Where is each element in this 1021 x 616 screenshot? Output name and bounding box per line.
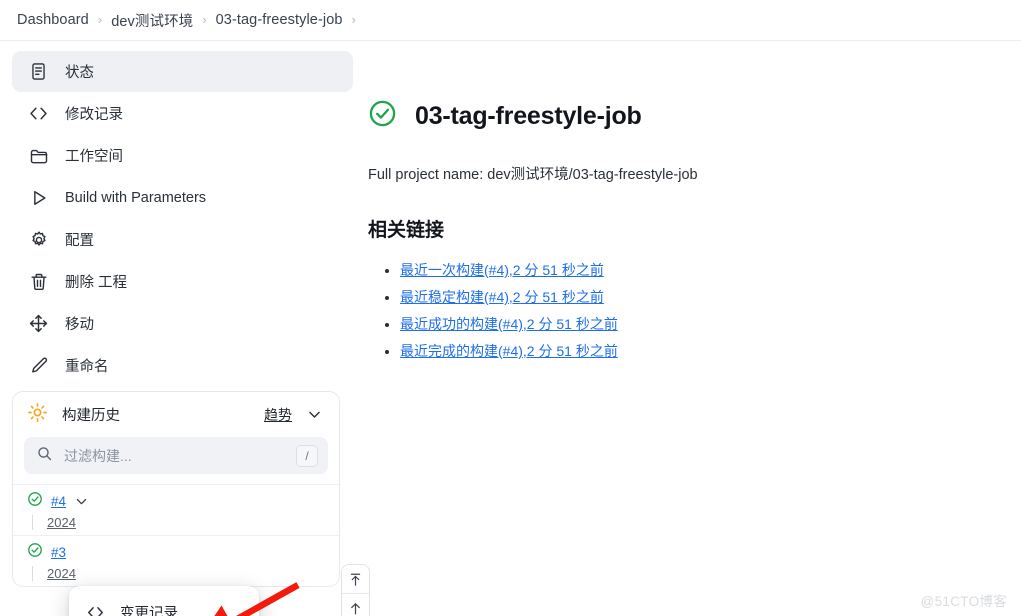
- breadcrumb-item-job[interactable]: 03-tag-freestyle-job: [216, 12, 343, 28]
- sidebar-item-build-with-parameters[interactable]: Build with Parameters: [12, 177, 353, 218]
- jump-to-top-button[interactable]: [342, 565, 369, 594]
- job-title-row: 03-tag-freestyle-job: [368, 99, 1021, 133]
- play-icon: [28, 187, 49, 208]
- build-number-link[interactable]: #4: [51, 494, 66, 509]
- context-menu-item-changes[interactable]: 变更记录: [69, 594, 259, 616]
- last-successful-build-link[interactable]: 最近成功的构建(#4),2 分 51 秒之前: [400, 316, 618, 332]
- build-list-item[interactable]: #4 2024: [13, 484, 339, 535]
- sidebar-item-move[interactable]: 移动: [12, 303, 353, 344]
- build-date-link[interactable]: 2024: [32, 515, 76, 530]
- breadcrumb: Dashboard › dev测试环境 › 03-tag-freestyle-j…: [0, 0, 1021, 41]
- context-menu-item-label: 变更记录: [120, 606, 178, 616]
- sidebar-item-label: 修改记录: [65, 107, 123, 123]
- trash-icon: [28, 271, 49, 292]
- chevron-down-icon[interactable]: [306, 406, 323, 423]
- related-links-list: 最近一次构建(#4),2 分 51 秒之前 最近稳定构建(#4),2 分 51 …: [400, 260, 1021, 361]
- sidebar-item-workspace[interactable]: 工作空间: [12, 135, 353, 176]
- document-icon: [28, 61, 49, 82]
- build-history-header: 构建历史 趋势: [13, 392, 339, 437]
- sidebar-item-delete-project[interactable]: 删除 工程: [12, 261, 353, 302]
- status-success-icon: [27, 491, 43, 512]
- folder-icon: [28, 145, 49, 166]
- code-icon: [28, 103, 49, 124]
- build-history-title: 构建历史: [62, 408, 120, 424]
- list-item: 最近完成的构建(#4),2 分 51 秒之前: [400, 341, 1021, 361]
- list-item: 最近成功的构建(#4),2 分 51 秒之前: [400, 314, 1021, 334]
- related-links-heading: 相关链接: [368, 220, 445, 241]
- sidebar-item-configure[interactable]: 配置: [12, 219, 353, 260]
- sidebar-item-label: 状态: [65, 65, 94, 81]
- build-list: #4 2024 #3 2024: [13, 484, 339, 586]
- build-list-item[interactable]: #3 2024: [13, 535, 339, 586]
- page-body: 状态 修改记录 工作空间 Build with Parameters 配置 删除…: [0, 41, 1021, 616]
- build-filter-input[interactable]: [64, 447, 285, 464]
- breadcrumb-separator-icon: ›: [202, 11, 207, 27]
- build-history-panel: 构建历史 趋势 /: [12, 391, 340, 587]
- trend-link[interactable]: 趋势: [264, 405, 292, 425]
- sidebar-item-label: 工作空间: [65, 149, 123, 165]
- last-build-link[interactable]: 最近一次构建(#4),2 分 51 秒之前: [400, 262, 604, 278]
- last-stable-build-link[interactable]: 最近稳定构建(#4),2 分 51 秒之前: [400, 289, 604, 305]
- build-menu-chevron-down-icon[interactable]: [74, 494, 89, 509]
- watermark: @51CTO博客: [920, 594, 1007, 609]
- sidebar-item-status[interactable]: 状态: [12, 51, 353, 92]
- main-content: 03-tag-freestyle-job Full project name: …: [365, 41, 1021, 616]
- breadcrumb-separator-icon: ›: [97, 11, 103, 27]
- sidebar: 状态 修改记录 工作空间 Build with Parameters 配置 删除…: [0, 41, 370, 616]
- full-project-name: Full project name: dev测试环境/03-tag-freest…: [368, 167, 698, 183]
- scroll-controls: [341, 564, 370, 616]
- search-icon: [36, 445, 53, 467]
- sidebar-item-label: 重命名: [65, 359, 109, 375]
- page-title: 03-tag-freestyle-job: [415, 101, 642, 130]
- sun-icon: [27, 402, 48, 428]
- build-row-header: #4: [27, 490, 325, 512]
- list-item: 最近一次构建(#4),2 分 51 秒之前: [400, 260, 1021, 280]
- sidebar-item-label: 删除 工程: [65, 275, 128, 291]
- sidebar-item-label: 移动: [65, 317, 94, 333]
- scroll-up-button[interactable]: [342, 594, 369, 616]
- gear-icon: [28, 229, 49, 250]
- sidebar-item-label: Build with Parameters: [65, 189, 207, 206]
- build-filter-box[interactable]: /: [24, 437, 328, 474]
- slash-shortcut-badge: /: [296, 444, 318, 467]
- status-success-icon: [27, 542, 43, 563]
- last-completed-build-link[interactable]: 最近完成的构建(#4),2 分 51 秒之前: [400, 343, 618, 359]
- build-context-menu: 变更记录 控制台输出: [69, 586, 259, 616]
- breadcrumb-separator-icon[interactable]: ›: [352, 13, 356, 26]
- sidebar-item-changes[interactable]: 修改记录: [12, 93, 353, 134]
- move-icon: [28, 313, 49, 334]
- list-item: 最近稳定构建(#4),2 分 51 秒之前: [400, 287, 1021, 307]
- pencil-icon: [28, 355, 49, 376]
- breadcrumb-item-folder[interactable]: dev测试环境: [111, 10, 193, 31]
- sidebar-item-label: 配置: [65, 233, 94, 249]
- sidebar-item-rename[interactable]: 重命名: [12, 345, 353, 386]
- build-row-header: #3: [27, 541, 325, 563]
- build-date-link[interactable]: 2024: [32, 566, 76, 581]
- status-success-icon: [368, 99, 397, 133]
- code-icon: [86, 603, 105, 616]
- build-number-link[interactable]: #3: [51, 545, 66, 560]
- breadcrumb-item-dashboard[interactable]: Dashboard: [17, 12, 89, 28]
